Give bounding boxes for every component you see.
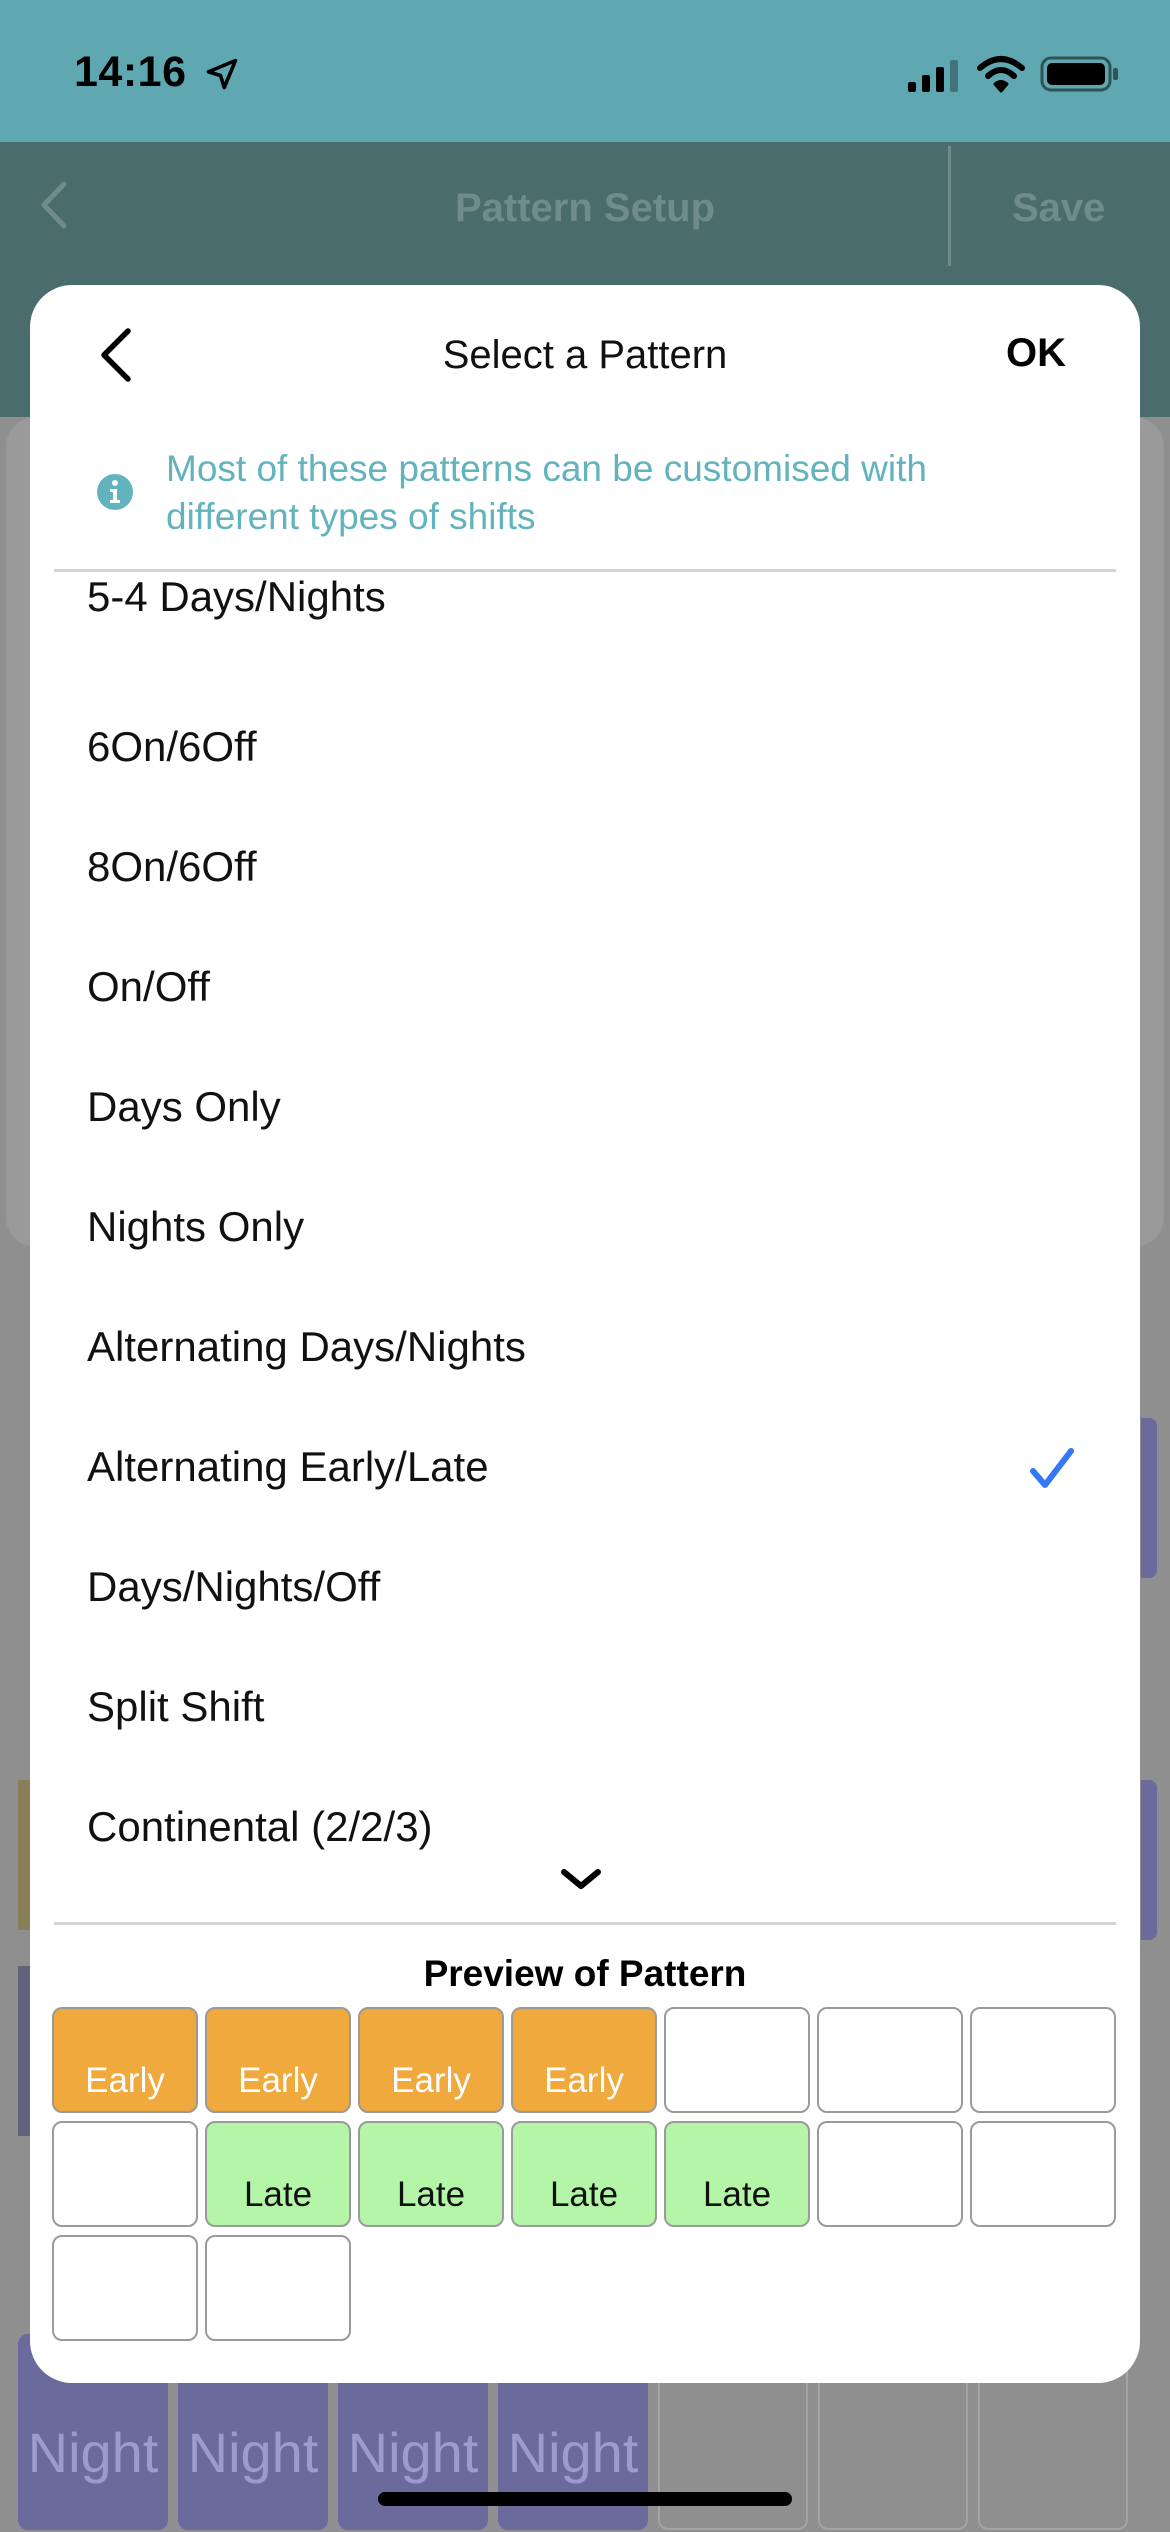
preview-cell-label: Late	[549, 2175, 619, 2214]
pattern-item[interactable]: Alternating Days/Nights	[30, 1295, 1140, 1415]
background-page-title: Pattern Setup	[454, 186, 716, 230]
pattern-label: Alternating Early/Late	[87, 1443, 489, 1490]
preview-cell-label: Late	[243, 2175, 313, 2214]
pattern-label: Days/Nights/Off	[87, 1563, 381, 1610]
info-icon	[97, 474, 133, 510]
pattern-item[interactable]: 8On/6Off	[30, 815, 1140, 935]
preview-cell-label: Early	[391, 2061, 471, 2100]
modal-title: Select a Pattern	[442, 333, 728, 377]
preview-cell-off	[664, 2007, 810, 2113]
preview-cell-off	[205, 2235, 351, 2341]
chevron-down-icon[interactable]	[558, 1864, 604, 1894]
pattern-label: Alternating Days/Nights	[87, 1323, 526, 1370]
status-time: 14:16	[74, 48, 187, 96]
preview-cell-label: Late	[396, 2175, 466, 2214]
pattern-item[interactable]: 5-4 Days/Nights	[30, 573, 1140, 695]
pattern-label: On/Off	[87, 963, 210, 1010]
battery-icon	[1040, 56, 1118, 92]
cellular-signal-icon	[908, 60, 958, 92]
preview-cell-off	[970, 2121, 1116, 2227]
pattern-item[interactable]: Days/Nights/Off	[30, 1535, 1140, 1655]
pattern-item-selected[interactable]: Alternating Early/Late	[30, 1415, 1140, 1535]
select-pattern-modal: Select a Pattern OK Most of these patter…	[30, 285, 1140, 2383]
pattern-list: 5-4 Days/Nights 6On/6Off 8On/6Off On/Off…	[30, 573, 1140, 1895]
status-bar: 14:16	[0, 0, 1170, 142]
home-indicator	[378, 2492, 792, 2506]
divider	[54, 1922, 1116, 1925]
pattern-label: 8On/6Off	[87, 843, 257, 890]
pattern-item[interactable]: On/Off	[30, 935, 1140, 1055]
preview-cell-late: Late	[205, 2121, 351, 2227]
pattern-item[interactable]: 6On/6Off	[30, 695, 1140, 815]
pattern-item[interactable]: Days Only	[30, 1055, 1140, 1175]
preview-cell-label: Early	[85, 2061, 165, 2100]
background-shift-cell	[1141, 1780, 1157, 1940]
preview-cell-early: Early	[358, 2007, 504, 2113]
divider	[54, 569, 1116, 572]
navbar-divider	[948, 146, 951, 266]
wifi-icon	[977, 56, 1025, 93]
preview-cell-early: Early	[205, 2007, 351, 2113]
background-save-button: Save	[1012, 186, 1106, 230]
preview-cell-early: Early	[511, 2007, 657, 2113]
info-message: Most of these patterns can be customised…	[166, 448, 927, 537]
pattern-label: Days Only	[87, 1083, 281, 1130]
pattern-item[interactable]: Nights Only	[30, 1175, 1140, 1295]
pattern-label: Split Shift	[87, 1683, 265, 1730]
preview-cell-late: Late	[511, 2121, 657, 2227]
background-shift-cell	[1141, 1418, 1157, 1578]
pattern-label: 6On/6Off	[87, 723, 257, 770]
location-arrow-icon	[206, 58, 238, 90]
pattern-item[interactable]: Split Shift	[30, 1655, 1140, 1775]
checkmark-icon	[1030, 1448, 1074, 1488]
preview-cell-label: Early	[238, 2061, 318, 2100]
preview-cell-off	[817, 2121, 963, 2227]
preview-cell-late: Late	[664, 2121, 810, 2227]
preview-cell-late: Late	[358, 2121, 504, 2227]
preview-cell-off	[817, 2007, 963, 2113]
preview-title: Preview of Pattern	[423, 1953, 747, 1994]
preview-cell-off	[970, 2007, 1116, 2113]
preview-cell-label: Early	[544, 2061, 624, 2100]
pattern-label: Nights Only	[87, 1203, 305, 1250]
pattern-preview-grid: Early Early Early Early Late Late Late Late	[52, 2007, 1118, 2341]
pattern-label: Continental (2/2/3)	[87, 1803, 433, 1850]
preview-cell-early: Early	[52, 2007, 198, 2113]
preview-cell-off	[52, 2235, 198, 2341]
preview-cell-off	[52, 2121, 198, 2227]
ok-button[interactable]: OK	[1006, 331, 1066, 376]
preview-cell-label: Late	[702, 2175, 772, 2214]
pattern-label: 5-4 Days/Nights	[87, 573, 386, 620]
